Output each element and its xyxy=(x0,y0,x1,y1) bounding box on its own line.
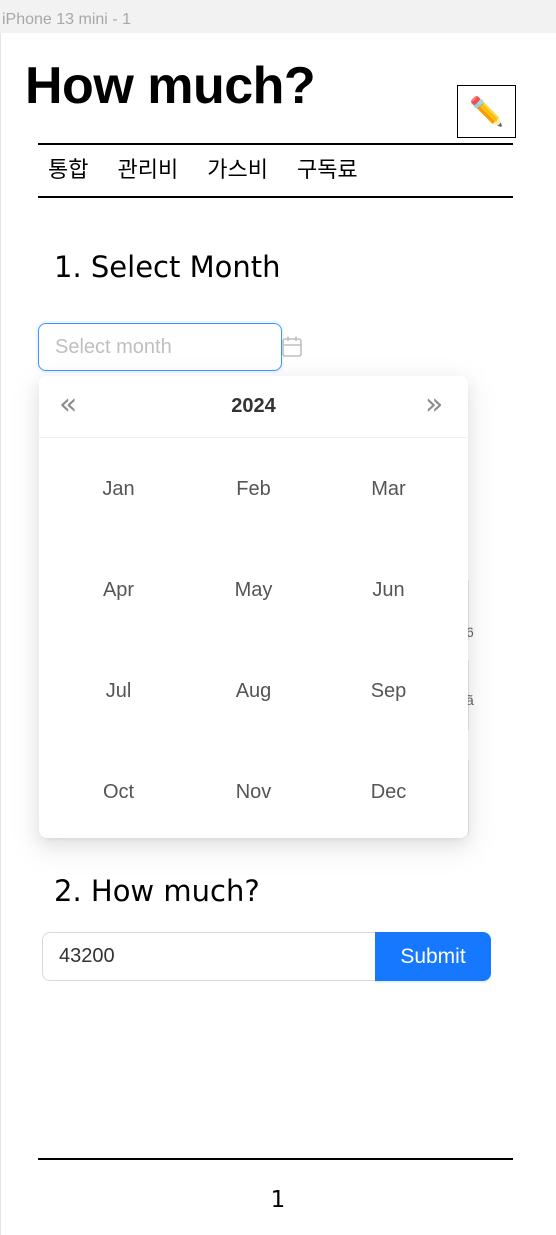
month-cell-jul[interactable]: Jul xyxy=(51,641,186,742)
month-picker-dropdown: « 2024 » Jan Feb Mar Apr May Jun Jul Aug… xyxy=(39,376,468,838)
section-title-how-much: 2. How much? xyxy=(54,874,260,908)
submit-button[interactable]: Submit xyxy=(375,932,491,981)
frame-label: iPhone 13 mini - 1 xyxy=(0,0,556,33)
month-cell-jan[interactable]: Jan xyxy=(51,439,186,540)
category-nav: 통합 관리비 가스비 구독료 xyxy=(48,152,387,184)
month-cell-feb[interactable]: Feb xyxy=(186,439,321,540)
month-cell-nov[interactable]: Nov xyxy=(186,742,321,838)
month-grid: Jan Feb Mar Apr May Jun Jul Aug Sep Oct … xyxy=(51,439,456,838)
month-cell-aug[interactable]: Aug xyxy=(186,641,321,742)
month-picker-input[interactable] xyxy=(38,323,302,371)
app-title: How much? xyxy=(25,57,316,115)
amount-input[interactable] xyxy=(42,932,377,981)
month-cell-oct[interactable]: Oct xyxy=(51,742,186,838)
month-cell-mar[interactable]: Mar xyxy=(321,439,456,540)
nav-item-subscription[interactable]: 구독료 xyxy=(297,152,358,184)
nav-top-divider xyxy=(38,143,513,145)
month-cell-apr[interactable]: Apr xyxy=(51,540,186,641)
calendar-icon xyxy=(282,336,302,357)
month-cell-may[interactable]: May xyxy=(186,540,321,641)
page-number: 1 xyxy=(270,1187,286,1213)
nav-item-gas[interactable]: 가스비 xyxy=(207,152,268,184)
section-title-select-month: 1. Select Month xyxy=(54,250,281,284)
background-table-edge xyxy=(468,760,469,835)
month-cell-sep[interactable]: Sep xyxy=(321,641,456,742)
footer-divider xyxy=(38,1158,513,1160)
pencil-icon: ✏️ xyxy=(469,95,504,127)
picker-year[interactable]: 2024 xyxy=(39,395,468,418)
nav-bottom-divider xyxy=(38,196,513,198)
month-cell-jun[interactable]: Jun xyxy=(321,540,456,641)
nav-item-all[interactable]: 통합 xyxy=(48,152,88,184)
month-input-field[interactable] xyxy=(55,335,235,359)
edit-button[interactable]: ✏️ xyxy=(457,85,516,138)
month-cell-dec[interactable]: Dec xyxy=(321,742,456,838)
nav-item-maintenance[interactable]: 관리비 xyxy=(117,152,178,184)
next-year-icon[interactable]: » xyxy=(425,390,443,420)
amount-form: Submit xyxy=(42,932,491,981)
picker-header: « 2024 » xyxy=(39,376,468,438)
